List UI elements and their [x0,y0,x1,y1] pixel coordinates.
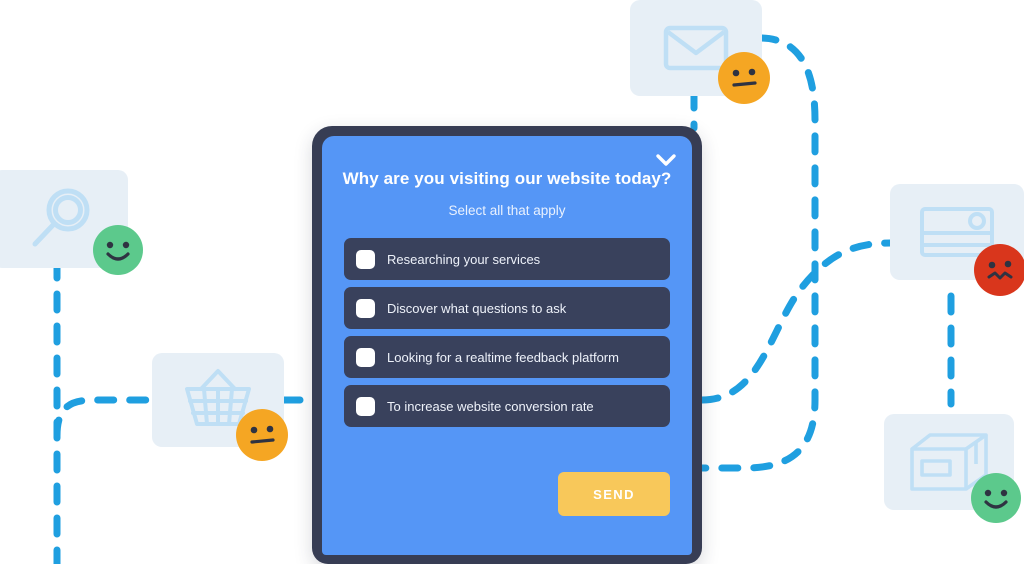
emoji-happy-package [971,473,1021,523]
survey-option-label: Researching your services [387,251,541,267]
survey-option-row[interactable]: Researching your services [344,238,670,281]
chevron-down-icon[interactable] [654,150,678,170]
connector-survey-to-card [698,239,894,404]
emoji-angry-credit-card [974,244,1024,296]
survey-subtitle: Select all that apply [448,203,566,219]
connector-magnifier-to-basket [53,396,156,440]
emoji-happy-magnifier [93,225,143,275]
illustration-canvas: Why are you visiting our website today? … [0,0,1024,564]
survey-option-row[interactable]: Discover what questions to ask [344,287,670,330]
survey-option-label: To increase website conversion rate [387,398,594,414]
survey-footer: SEND [322,472,670,516]
survey-modal: Why are you visiting our website today? … [322,136,692,555]
emoji-neutral-basket [236,409,288,461]
survey-option-label: Discover what questions to ask [387,300,567,316]
checkbox-icon[interactable] [356,347,375,367]
survey-title: Why are you visiting our website today? [342,169,672,188]
checkbox-icon[interactable] [356,298,375,318]
send-button[interactable]: SEND [558,472,670,516]
checkbox-icon[interactable] [356,396,375,416]
survey-option-row[interactable]: Looking for a realtime feedback platform [344,336,670,379]
survey-option-label: Looking for a realtime feedback platform [387,349,619,365]
emoji-neutral-mail [718,52,770,104]
survey-options-list: Researching your services Discover what … [322,238,692,428]
survey-option-row[interactable]: To increase website conversion rate [344,385,670,428]
survey-tablet-frame: Why are you visiting our website today? … [312,126,702,564]
checkbox-icon[interactable] [356,249,375,269]
